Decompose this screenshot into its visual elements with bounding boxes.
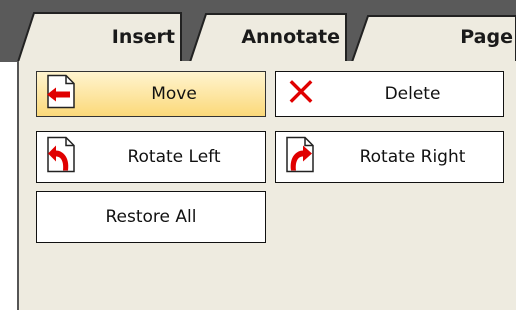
- rotate-left-label: Rotate Left: [127, 147, 221, 167]
- tab-annotate[interactable]: Annotate: [206, 14, 346, 61]
- tab-page-label: Page: [460, 26, 513, 48]
- tab-annotate-label: Annotate: [241, 26, 340, 48]
- tab-bar: Insert Annotate Page: [0, 0, 516, 62]
- restore-all-button[interactable]: Restore All: [36, 191, 266, 243]
- page-tools-panel: Move Delete Rotate Left Rotate Right Res…: [17, 61, 516, 310]
- page-arrow-left-icon: [46, 74, 76, 114]
- delete-button[interactable]: Delete: [275, 71, 504, 117]
- delete-label: Delete: [384, 84, 441, 104]
- tab-insert-label: Insert: [111, 26, 175, 48]
- page-rotate-left-icon: [46, 136, 76, 178]
- move-label: Move: [151, 84, 197, 104]
- tab-page[interactable]: Page: [368, 16, 516, 61]
- move-button[interactable]: Move: [36, 71, 266, 117]
- rotate-right-button[interactable]: Rotate Right: [275, 131, 504, 183]
- red-x-icon: [289, 80, 313, 109]
- restore-all-label: Restore All: [105, 207, 197, 227]
- rotate-right-label: Rotate Right: [359, 147, 466, 167]
- page-rotate-right-icon: [285, 136, 315, 178]
- rotate-left-button[interactable]: Rotate Left: [36, 131, 266, 183]
- tab-insert[interactable]: Insert: [34, 13, 181, 61]
